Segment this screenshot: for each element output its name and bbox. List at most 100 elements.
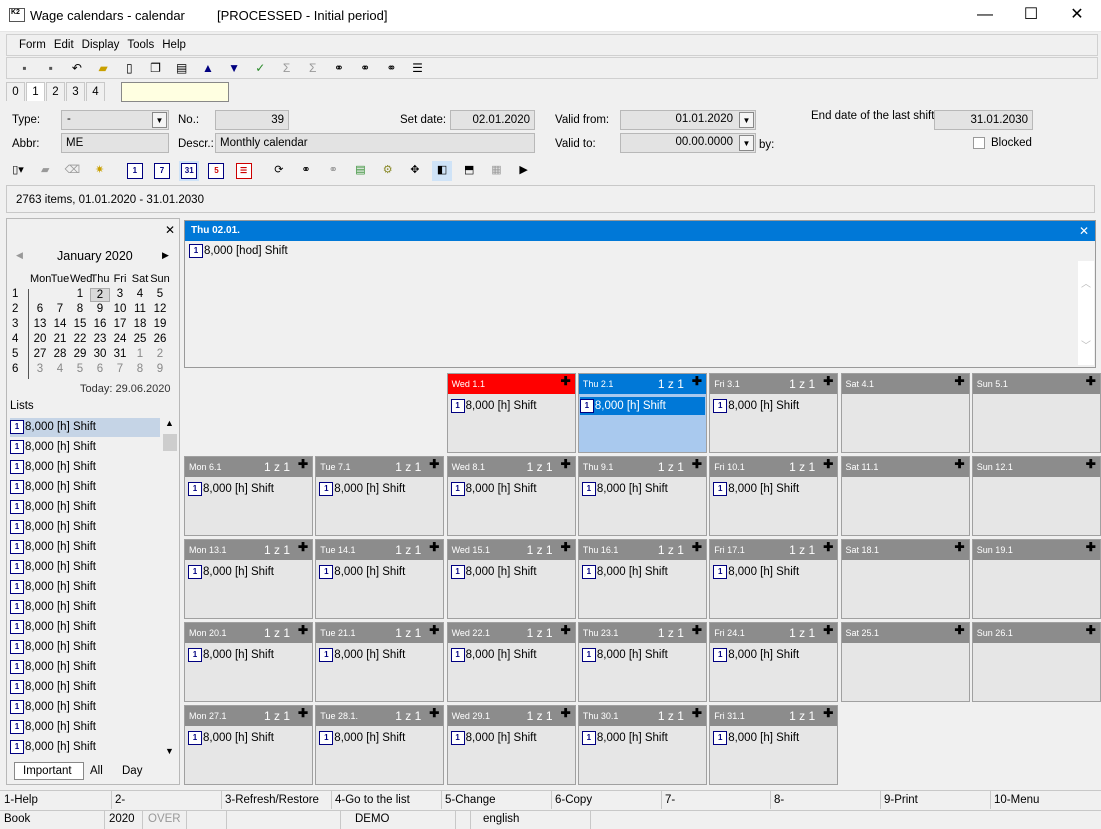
mini-calendar-day[interactable]: 3: [30, 363, 50, 375]
menu-tools[interactable]: Tools: [123, 35, 158, 55]
add-icon[interactable]: ✚: [429, 541, 439, 553]
scroll-up-icon[interactable]: ▲: [165, 418, 174, 428]
valid-to-field[interactable]: 00.00.0000 ▼: [620, 133, 756, 153]
mini-calendar-day[interactable]: 23: [90, 333, 110, 345]
mini-calendar-day[interactable]: 9: [90, 303, 110, 315]
tab-all[interactable]: All: [90, 763, 103, 779]
add-icon[interactable]: ✚: [1086, 375, 1096, 387]
add-icon[interactable]: ✚: [692, 624, 702, 636]
mini-calendar-day[interactable]: 8: [70, 303, 90, 315]
calendar-day-cell[interactable]: Sat 11.1 ✚: [840, 456, 970, 536]
list-item[interactable]: 1 8,000 [h] Shift: [10, 458, 160, 477]
add-icon[interactable]: ✚: [561, 375, 571, 387]
mini-calendar-day[interactable]: 6: [30, 303, 50, 315]
menu-form[interactable]: Form: [15, 35, 50, 55]
calendar-day-cell[interactable]: Sun 19.1 ✚: [971, 539, 1101, 619]
scroll-thumb[interactable]: [163, 434, 177, 451]
mini-calendar-day[interactable]: 1: [70, 288, 90, 300]
grid-icon[interactable]: ▦: [486, 161, 506, 181]
add-icon[interactable]: ✚: [561, 707, 571, 719]
add-icon[interactable]: ✚: [692, 541, 702, 553]
calendar-day-cell[interactable]: Wed 1.1 ✚ 1 8,000 [h] Shift: [446, 373, 576, 453]
mini-calendar-day[interactable]: 30: [90, 348, 110, 360]
refresh-icon[interactable]: ⟳: [269, 161, 289, 181]
list-item[interactable]: 1 8,000 [h] Shift: [10, 618, 160, 637]
valid-from-field[interactable]: 01.01.2020 ▼: [620, 110, 756, 130]
shift-entry[interactable]: 1 8,000 [h] Shift: [713, 480, 803, 498]
day-view-icon[interactable]: 1: [125, 161, 145, 181]
add-icon[interactable]: ✚: [1086, 458, 1096, 470]
list-item[interactable]: 1 8,000 [h] Shift: [10, 698, 160, 717]
list-item[interactable]: 1 8,000 [h] Shift: [10, 498, 160, 517]
binoculars-icon[interactable]: ⚭: [329, 59, 348, 77]
add-icon[interactable]: ✚: [692, 458, 702, 470]
mini-calendar-day[interactable]: 27: [30, 348, 50, 360]
shift-entry[interactable]: 1 8,000 [h] Shift: [450, 563, 541, 581]
mini-calendar-day[interactable]: 12: [150, 303, 170, 315]
shift-entry[interactable]: 1 8,000 [h] Shift: [450, 397, 541, 415]
maximize-button[interactable]: ☐: [1008, 0, 1054, 32]
descr-field[interactable]: Monthly calendar: [215, 133, 535, 153]
day-entry[interactable]: 1 8,000 [hod] Shift: [189, 244, 288, 258]
week-view-icon[interactable]: 7: [152, 161, 172, 181]
calendar-day-cell[interactable]: Mon 20.1 1 z 1 ✚ 1 8,000 [h] Shift: [184, 622, 313, 702]
add-icon[interactable]: ✚: [823, 541, 833, 553]
tab-4[interactable]: 4: [86, 82, 105, 101]
mini-calendar-day[interactable]: 5: [150, 288, 170, 300]
fkey-10[interactable]: 10-Menu: [994, 794, 1039, 806]
list-item[interactable]: 1 8,000 [h] Shift: [10, 678, 160, 697]
list-item[interactable]: 1 8,000 [h] Shift: [10, 518, 160, 537]
add-icon[interactable]: ✚: [298, 458, 308, 470]
add-icon[interactable]: ✚: [955, 458, 965, 470]
set-date-field[interactable]: 02.01.2020: [450, 110, 535, 130]
menu-display[interactable]: Display: [78, 35, 124, 55]
calendar-day-cell[interactable]: Mon 27.1 1 z 1 ✚ 1 8,000 [h] Shift: [184, 705, 313, 785]
mini-calendar-day[interactable]: 20: [30, 333, 50, 345]
calendar-day-cell[interactable]: Sun 26.1 ✚: [971, 622, 1101, 702]
list-item[interactable]: 1 8,000 [h] Shift: [10, 738, 160, 757]
add-icon[interactable]: ✚: [561, 541, 571, 553]
shift-entry[interactable]: 1 8,000 [h] Shift: [450, 646, 541, 664]
new-document-icon[interactable]: ▯: [120, 59, 139, 77]
fkey-7[interactable]: 7-: [665, 794, 675, 806]
add-icon[interactable]: ✚: [823, 707, 833, 719]
shift-entry[interactable]: 1 8,000 [h] Shift: [713, 397, 803, 415]
mini-calendar-day[interactable]: 7: [50, 303, 70, 315]
list-view-icon[interactable]: ☰: [234, 161, 254, 181]
fkey-2[interactable]: 2-: [115, 794, 125, 806]
scroll-down-icon[interactable]: ▼: [165, 746, 174, 756]
sum-filter-icon[interactable]: Σ: [303, 59, 322, 77]
open-folder-icon[interactable]: ▰: [94, 59, 113, 77]
shift-entry[interactable]: 1 8,000 [h] Shift: [579, 397, 705, 415]
calendar-day-cell[interactable]: Fri 3.1 1 z 1 ✚ 1 8,000 [h] Shift: [709, 373, 839, 453]
fkey-3[interactable]: 3-Refresh/Restore: [225, 794, 319, 806]
mini-calendar-day[interactable]: 8: [130, 363, 150, 375]
arrow-up-icon[interactable]: ▲: [198, 59, 217, 77]
calendar-day-cell[interactable]: Tue 14.1 1 z 1 ✚ 1 8,000 [h] Shift: [315, 539, 445, 619]
shift-entry[interactable]: 1 8,000 [h] Shift: [450, 729, 541, 747]
add-icon[interactable]: ✚: [561, 624, 571, 636]
list-item[interactable]: 1 8,000 [h] Shift: [10, 418, 160, 437]
find-filter-icon[interactable]: ⚭: [323, 161, 343, 181]
arrow-down-icon[interactable]: ▼: [225, 59, 244, 77]
shift-entry[interactable]: 1 8,000 [h] Shift: [581, 646, 672, 664]
close-button[interactable]: ✕: [1054, 0, 1100, 32]
detail-scrollbar[interactable]: ︿ ﹀: [1078, 261, 1094, 365]
add-icon[interactable]: ✚: [955, 541, 965, 553]
bar-chart-icon[interactable]: ▤: [350, 161, 370, 181]
list-item[interactable]: 1 8,000 [h] Shift: [10, 478, 160, 497]
end-date-field[interactable]: 31.01.2030: [934, 110, 1033, 130]
panel-top-icon[interactable]: ⬒: [459, 161, 479, 181]
book-icon[interactable]: ▤: [172, 59, 191, 77]
mini-calendar-day[interactable]: 21: [50, 333, 70, 345]
shift-entry[interactable]: 1 8,000 [h] Shift: [319, 729, 409, 747]
add-icon[interactable]: ✚: [692, 707, 702, 719]
calendar-day-cell[interactable]: Wed 8.1 1 z 1 ✚ 1 8,000 [h] Shift: [446, 456, 576, 536]
play-icon[interactable]: ▶: [514, 161, 534, 181]
mini-calendar-day[interactable]: 24: [110, 333, 130, 345]
tab-day[interactable]: Day: [122, 763, 142, 779]
mini-calendar-day[interactable]: 29: [70, 348, 90, 360]
close-icon[interactable]: ✕: [165, 223, 175, 237]
copy-icon[interactable]: ❐: [146, 59, 165, 77]
fkey-1[interactable]: 1-Help: [4, 794, 38, 806]
